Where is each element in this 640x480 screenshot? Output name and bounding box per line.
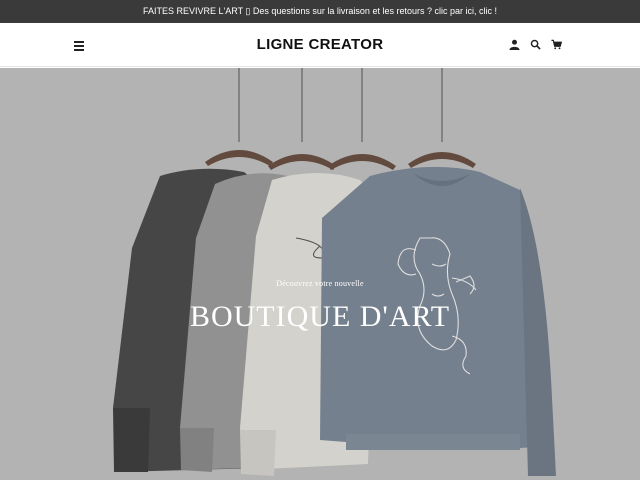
account-icon[interactable] [509,39,520,50]
cart-icon[interactable] [551,39,562,50]
header-icons [509,39,562,50]
hero-subtitle: Découvrez votre nouvelle [276,279,364,288]
announcement-text[interactable]: FAITES REVIVRE L'ART ▯ Des questions sur… [143,6,497,16]
site-header: LIGNE CREATOR [0,23,640,67]
menu-icon[interactable] [74,41,86,51]
announcement-bar[interactable]: FAITES REVIVRE L'ART ▯ Des questions sur… [0,0,640,23]
hero-banner[interactable]: Découvrez votre nouvelle BOUTIQUE D'ART [0,68,640,480]
hero-image [0,68,640,480]
search-icon[interactable] [530,39,541,50]
hero-title: BOUTIQUE D'ART [189,300,451,333]
logo-text[interactable]: LIGNE CREATOR [257,36,384,53]
